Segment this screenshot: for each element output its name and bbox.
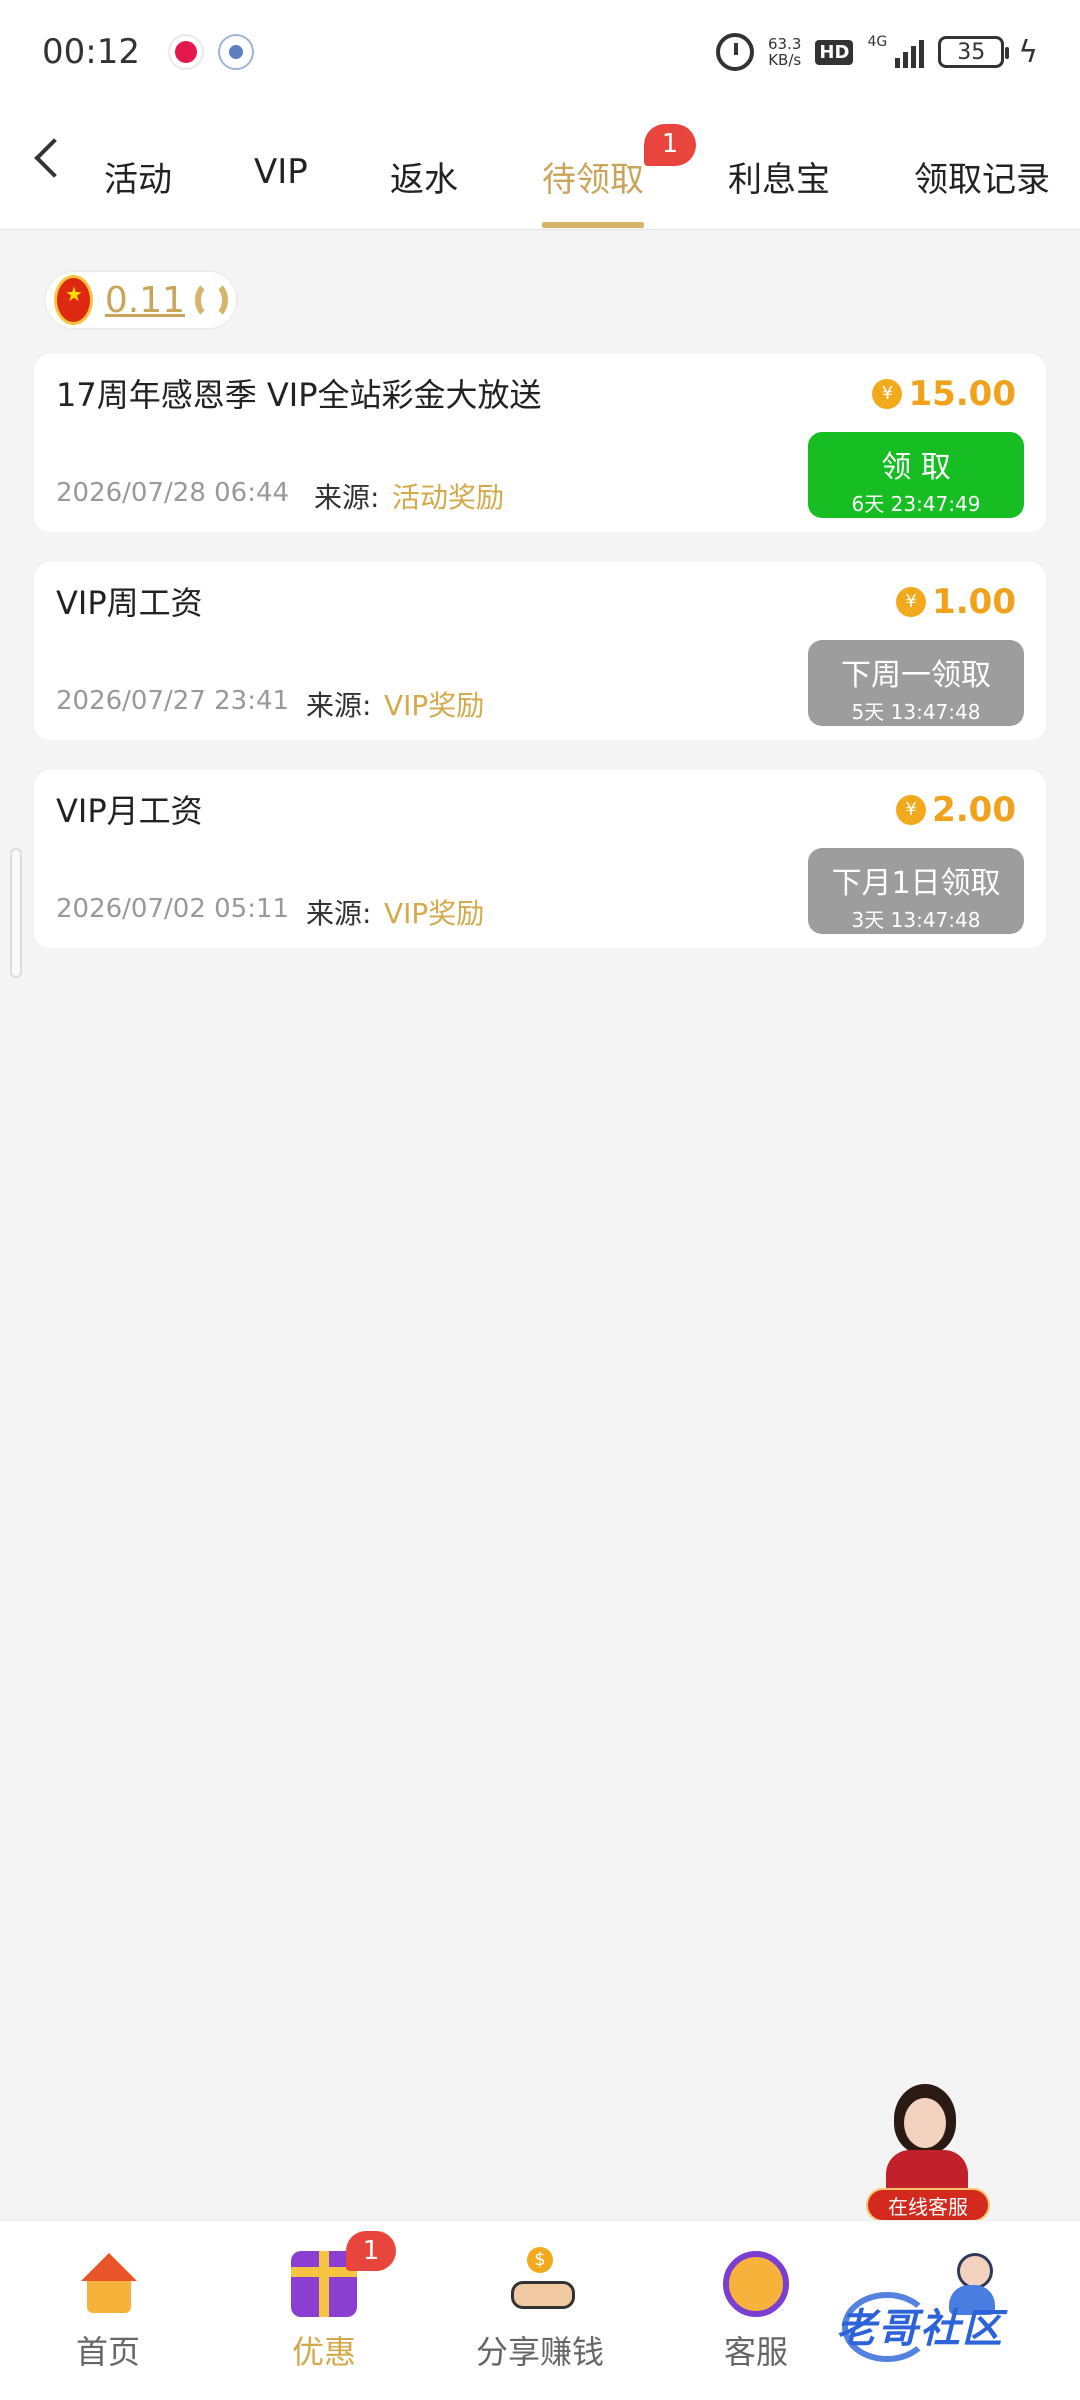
coin-icon: ¥ <box>896 587 927 617</box>
notification-app-icon <box>217 34 254 70</box>
video-app-icon <box>167 34 204 70</box>
network-speed: 63.3 KB/s <box>768 35 802 69</box>
tab-pending-claim[interactable]: 待领取 <box>542 152 644 201</box>
reward-source: 活动奖励 <box>392 481 505 514</box>
china-flag-icon <box>54 275 93 325</box>
tab-bar: 活动 VIP 返水 待领取 1 利息宝 领取记录 <box>0 104 1080 230</box>
reward-amount: ¥ 2.00 <box>896 790 1016 830</box>
tab-rebate[interactable]: 返水 <box>390 152 458 201</box>
claim-next-month-button[interactable]: 下月1日领取 3天 13:47:48 <box>808 848 1024 934</box>
reward-card: 17周年感恩季 VIP全站彩金大放送 ¥ 15.00 2026/07/28 06… <box>34 354 1046 532</box>
source-label: 来源: <box>306 689 372 722</box>
watermark-text: 老哥社区 <box>836 2306 1004 2352</box>
tab-interest[interactable]: 利息宝 <box>728 152 830 201</box>
reward-amount: ¥ 1.00 <box>896 582 1016 622</box>
claim-button[interactable]: 领 取 6天 23:47:49 <box>808 432 1024 518</box>
hd-icon: HD <box>815 39 854 65</box>
claim-countdown: 3天 13:47:48 <box>851 908 981 932</box>
active-tab-indicator <box>542 222 644 228</box>
wallet-balance[interactable]: 0.11 <box>105 280 185 321</box>
coin-icon: ¥ <box>896 795 927 825</box>
reward-title: VIP月工资 <box>56 792 203 830</box>
reward-card: VIP周工资 ¥ 1.00 2026/07/27 23:41 来源: VIP奖励… <box>34 562 1046 740</box>
alarm-icon <box>716 33 755 71</box>
reward-source: VIP奖励 <box>384 897 485 930</box>
nav-home[interactable]: 首页 <box>8 2251 208 2373</box>
reward-date: 2026/07/02 05:11 <box>56 894 290 924</box>
nav-badge: 1 <box>346 2231 396 2271</box>
signal-icon <box>895 36 925 68</box>
tab-claim-history[interactable]: 领取记录 <box>914 152 1050 201</box>
claim-countdown: 5天 13:47:48 <box>851 700 981 724</box>
nav-promotions[interactable]: 优惠 <box>224 2251 424 2373</box>
headset-icon <box>723 2251 789 2317</box>
online-service-float[interactable]: 在线客服 <box>858 2076 998 2224</box>
tab-vip[interactable]: VIP <box>254 152 308 192</box>
reward-source: VIP奖励 <box>384 689 485 722</box>
handshake-coin-icon <box>507 2247 575 2317</box>
reward-title: VIP周工资 <box>56 584 203 622</box>
coin-icon: ¥ <box>872 379 903 409</box>
reward-card: VIP月工资 ¥ 2.00 2026/07/02 05:11 来源: VIP奖励… <box>34 770 1046 948</box>
refresh-icon[interactable] <box>195 280 228 320</box>
nav-customer-service[interactable]: 客服 <box>656 2251 856 2373</box>
network-type: 4G <box>867 34 888 50</box>
claim-next-monday-button[interactable]: 下周一领取 5天 13:47:48 <box>808 640 1024 726</box>
side-drawer-handle[interactable] <box>10 848 22 978</box>
claim-countdown: 6天 23:47:49 <box>851 492 981 516</box>
status-time: 00:12 <box>42 32 140 72</box>
tab-activity[interactable]: 活动 <box>104 152 172 201</box>
reward-amount: ¥ 15.00 <box>872 374 1016 414</box>
back-arrow-icon[interactable] <box>34 138 74 178</box>
charging-bolt-icon: ϟ <box>1018 34 1038 70</box>
wallet-balance-pill[interactable]: 0.11 <box>44 270 238 330</box>
source-label: 来源: <box>306 897 372 930</box>
battery-icon: 35 <box>938 36 1010 68</box>
home-icon <box>75 2251 141 2317</box>
tab-badge: 1 <box>644 124 696 166</box>
reward-date: 2026/07/28 06:44 <box>56 478 290 508</box>
online-service-label: 在线客服 <box>866 2188 990 2222</box>
nav-share-earn[interactable]: 分享赚钱 <box>440 2247 640 2373</box>
status-bar: 00:12 63.3 KB/s HD 4G 35 ϟ <box>0 0 1080 104</box>
reward-date: 2026/07/27 23:41 <box>56 686 290 716</box>
reward-title: 17周年感恩季 VIP全站彩金大放送 <box>56 376 542 414</box>
source-label: 来源: <box>314 481 380 514</box>
